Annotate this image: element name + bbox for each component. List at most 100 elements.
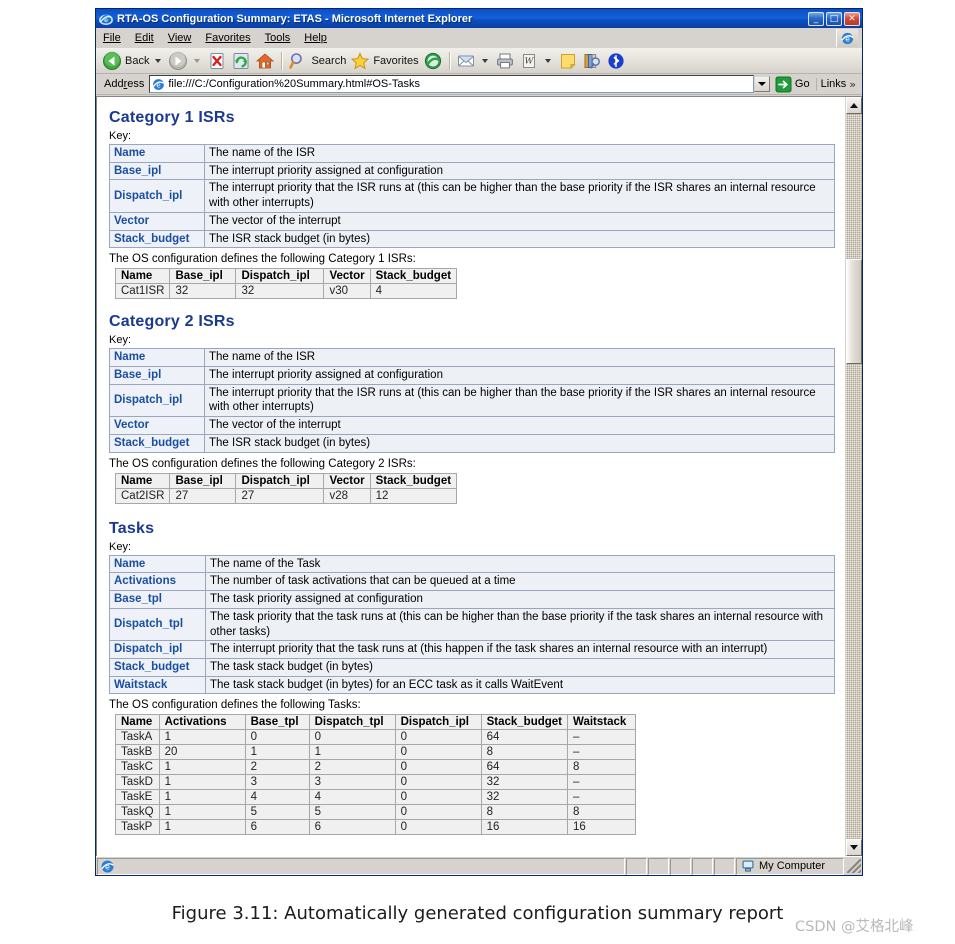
menu-item-edit[interactable]: Edit — [128, 30, 161, 46]
scroll-down-button[interactable] — [846, 839, 862, 856]
internet-explorer-window: e RTA-OS Configuration Summary: ETAS - M… — [95, 8, 863, 876]
key-term: Dispatch_ipl — [109, 383, 205, 418]
messenger-button[interactable] — [604, 50, 628, 72]
minimize-button[interactable]: _ — [808, 11, 824, 26]
edit-in-word-chevron-down-icon[interactable] — [544, 58, 551, 63]
triangle-down-icon — [850, 845, 858, 850]
menu-item-file[interactable]: File — [96, 30, 128, 46]
address-url-text: file:///C:/Configuration%20Summary.html#… — [168, 78, 421, 90]
key-desc: The name of the ISR — [204, 144, 835, 163]
cell: 2 — [244, 759, 310, 776]
table-row: TaskQ 1 5 5 0 8 8 — [115, 804, 637, 821]
links-chevron-double-right-icon: » — [849, 77, 856, 91]
back-history-chevron-down-icon[interactable] — [155, 58, 162, 63]
key-term: Name — [109, 348, 205, 368]
key-desc: The task stack budget (in bytes) — [205, 657, 835, 677]
key-desc: The interrupt priority that the ISR runs… — [204, 179, 835, 213]
favorites-button[interactable]: Favorites — [348, 50, 420, 72]
resize-grip[interactable] — [847, 859, 861, 873]
table-row: Cat1ISR 32 32 v30 4 — [114, 283, 458, 300]
vertical-scrollbar[interactable] — [845, 97, 862, 856]
column-header: Dispatch_ipl — [235, 472, 325, 489]
mail-chevron-down-icon[interactable] — [481, 58, 488, 63]
menu-item-view[interactable]: View — [161, 30, 199, 46]
key-row: Base_ipl The interrupt priority assigned… — [109, 366, 835, 385]
key-desc: The ISR stack budget (in bytes) — [204, 229, 835, 249]
key-term: Base_tpl — [109, 590, 206, 609]
menu-bar: File Edit View Favorites Tools Help e — [96, 28, 862, 48]
window-titlebar: e RTA-OS Configuration Summary: ETAS - M… — [96, 9, 862, 28]
menu-item-help[interactable]: Help — [297, 30, 334, 46]
cell: v28 — [323, 487, 371, 504]
table-row: TaskD 1 3 3 0 32 – — [115, 774, 637, 791]
section-heading-tasks: Tasks — [109, 519, 155, 537]
key-term: Stack_budget — [109, 433, 205, 453]
history-button[interactable] — [421, 50, 445, 72]
column-header: Dispatch_ipl — [394, 714, 482, 731]
key-row: Activations The number of task activatio… — [109, 572, 835, 592]
cell: 32 — [235, 283, 325, 300]
research-button[interactable] — [580, 50, 604, 72]
cell: 0 — [394, 789, 482, 806]
go-button-label: Go — [794, 78, 810, 90]
key-table-category-2-isrs: Name The name of the ISR Base_ipl The in… — [109, 348, 835, 453]
browser-toolbar: Back Search Favorites W — [96, 48, 862, 74]
security-zone-pane[interactable]: My Computer — [736, 857, 844, 875]
address-dropdown-button[interactable] — [753, 76, 770, 92]
cell: 6 — [244, 819, 310, 836]
cell: 8 — [480, 804, 569, 821]
status-pane-5 — [714, 857, 735, 875]
menu-item-tools[interactable]: Tools — [258, 30, 298, 46]
back-button-label: Back — [125, 54, 150, 67]
key-term: Dispatch_ipl — [109, 179, 205, 213]
search-button[interactable]: Search — [286, 50, 348, 72]
stop-icon — [207, 51, 227, 71]
column-header: Stack_budget — [369, 472, 458, 489]
mail-envelope-icon — [456, 51, 476, 71]
key-row: Vector The vector of the interrupt — [109, 416, 835, 435]
cell: 16 — [480, 819, 569, 836]
address-input[interactable]: e file:///C:/Configuration%20Summary.htm… — [149, 75, 754, 93]
stop-button[interactable] — [205, 50, 229, 72]
scrollbar-thumb[interactable] — [846, 259, 862, 364]
back-arrow-icon — [102, 51, 122, 71]
close-button[interactable]: ✕ — [844, 11, 860, 26]
lead-text-tasks: The OS configuration defines the followi… — [109, 699, 361, 712]
scrollbar-track[interactable] — [846, 114, 862, 839]
key-desc: The vector of the interrupt — [204, 211, 835, 231]
print-button[interactable] — [493, 50, 517, 72]
links-button[interactable]: Links » — [815, 77, 860, 91]
section-heading-category-1-isrs: Category 1 ISRs — [109, 109, 235, 126]
column-header: Dispatch_tpl — [308, 714, 396, 731]
key-row: Base_ipl The interrupt priority assigned… — [109, 161, 835, 181]
forward-button[interactable] — [166, 50, 205, 72]
sticky-note-icon — [558, 51, 578, 71]
home-button[interactable] — [253, 50, 277, 72]
key-desc: The task stack budget (in bytes) for an … — [205, 675, 835, 695]
notes-button[interactable] — [556, 50, 580, 72]
cell: TaskC — [115, 759, 160, 776]
cell: 8 — [567, 804, 637, 821]
scroll-up-button[interactable] — [846, 97, 862, 114]
key-desc: The interrupt priority assigned at confi… — [204, 161, 835, 181]
cell: 32 — [169, 283, 237, 300]
cell: – — [567, 744, 637, 761]
edit-in-word-button[interactable]: W — [517, 50, 556, 72]
key-term: Dispatch_tpl — [109, 607, 206, 642]
table-header-row: Name Base_ipl Dispatch_ipl Vector Stack_… — [114, 268, 458, 285]
cell: 1 — [158, 774, 246, 791]
back-button[interactable]: Back — [100, 50, 166, 72]
go-button[interactable]: Go — [771, 76, 816, 93]
cell: 0 — [394, 744, 482, 761]
status-bar: e My Computer — [96, 856, 862, 875]
column-header: Dispatch_ipl — [235, 268, 325, 285]
refresh-button[interactable] — [229, 50, 253, 72]
forward-history-chevron-down-icon[interactable] — [194, 58, 201, 63]
key-desc: The task priority assigned at configurat… — [205, 590, 835, 609]
maximize-button[interactable]: □ — [826, 11, 842, 26]
research-books-icon — [582, 51, 602, 71]
mail-button[interactable] — [454, 50, 493, 72]
menu-item-favorites[interactable]: Favorites — [198, 30, 257, 46]
key-row: Name The name of the ISR — [109, 348, 835, 368]
cell: TaskQ — [115, 804, 160, 821]
